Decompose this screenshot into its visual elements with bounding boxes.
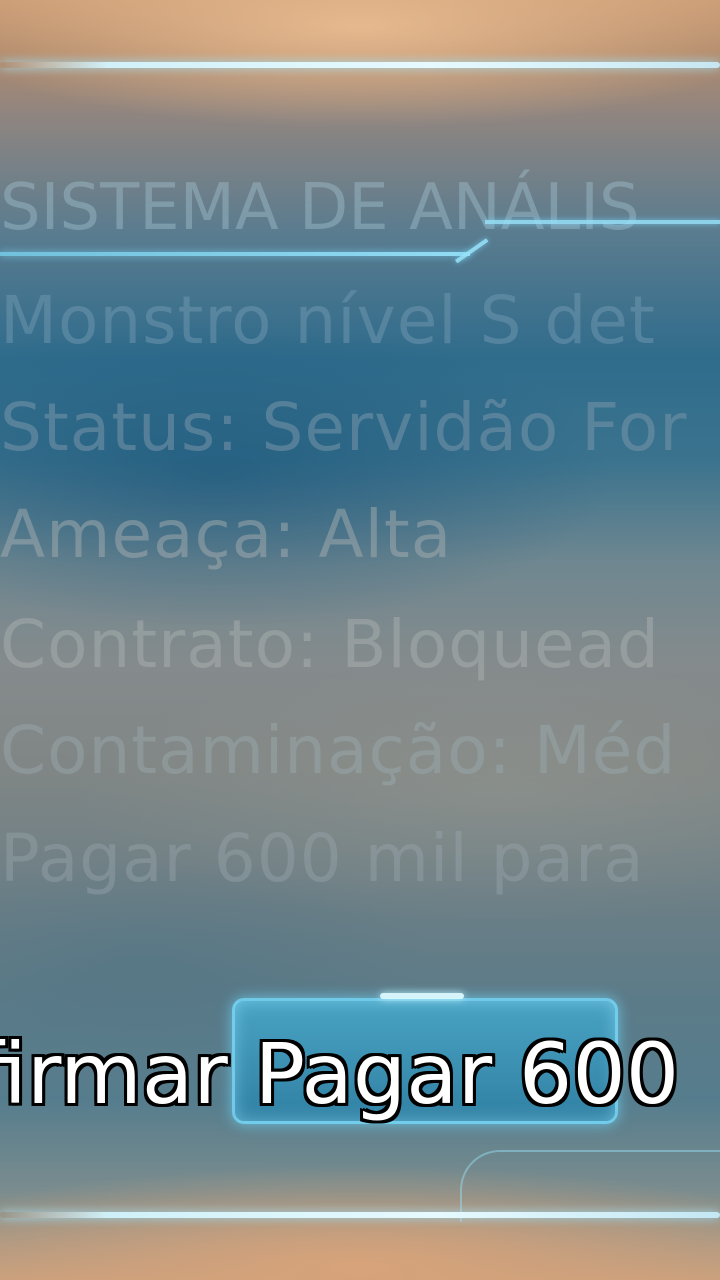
button-highlight — [380, 993, 464, 999]
hud-frame-bottom-border — [0, 1212, 720, 1218]
title-underline-right — [485, 220, 720, 224]
info-line-payment: Pagar 600 mil para — [0, 820, 645, 897]
video-caption: firmar Pagar 600 — [0, 1025, 680, 1123]
info-line-contamination: Contaminação: Méd — [0, 712, 677, 789]
title-underline — [0, 252, 470, 256]
video-frame: SISTEMA DE ANÁLIS Monstro nível S det St… — [0, 0, 720, 1280]
info-line-contract: Contrato: Bloquead — [0, 606, 660, 683]
info-line-threat: Ameaça: Alta — [0, 496, 453, 573]
hud-frame-top-border — [0, 62, 720, 68]
analysis-system-title: SISTEMA DE ANÁLIS — [0, 171, 640, 245]
info-line-status: Status: Servidão For — [0, 389, 688, 466]
info-line-monster-level: Monstro nível S det — [0, 282, 656, 359]
